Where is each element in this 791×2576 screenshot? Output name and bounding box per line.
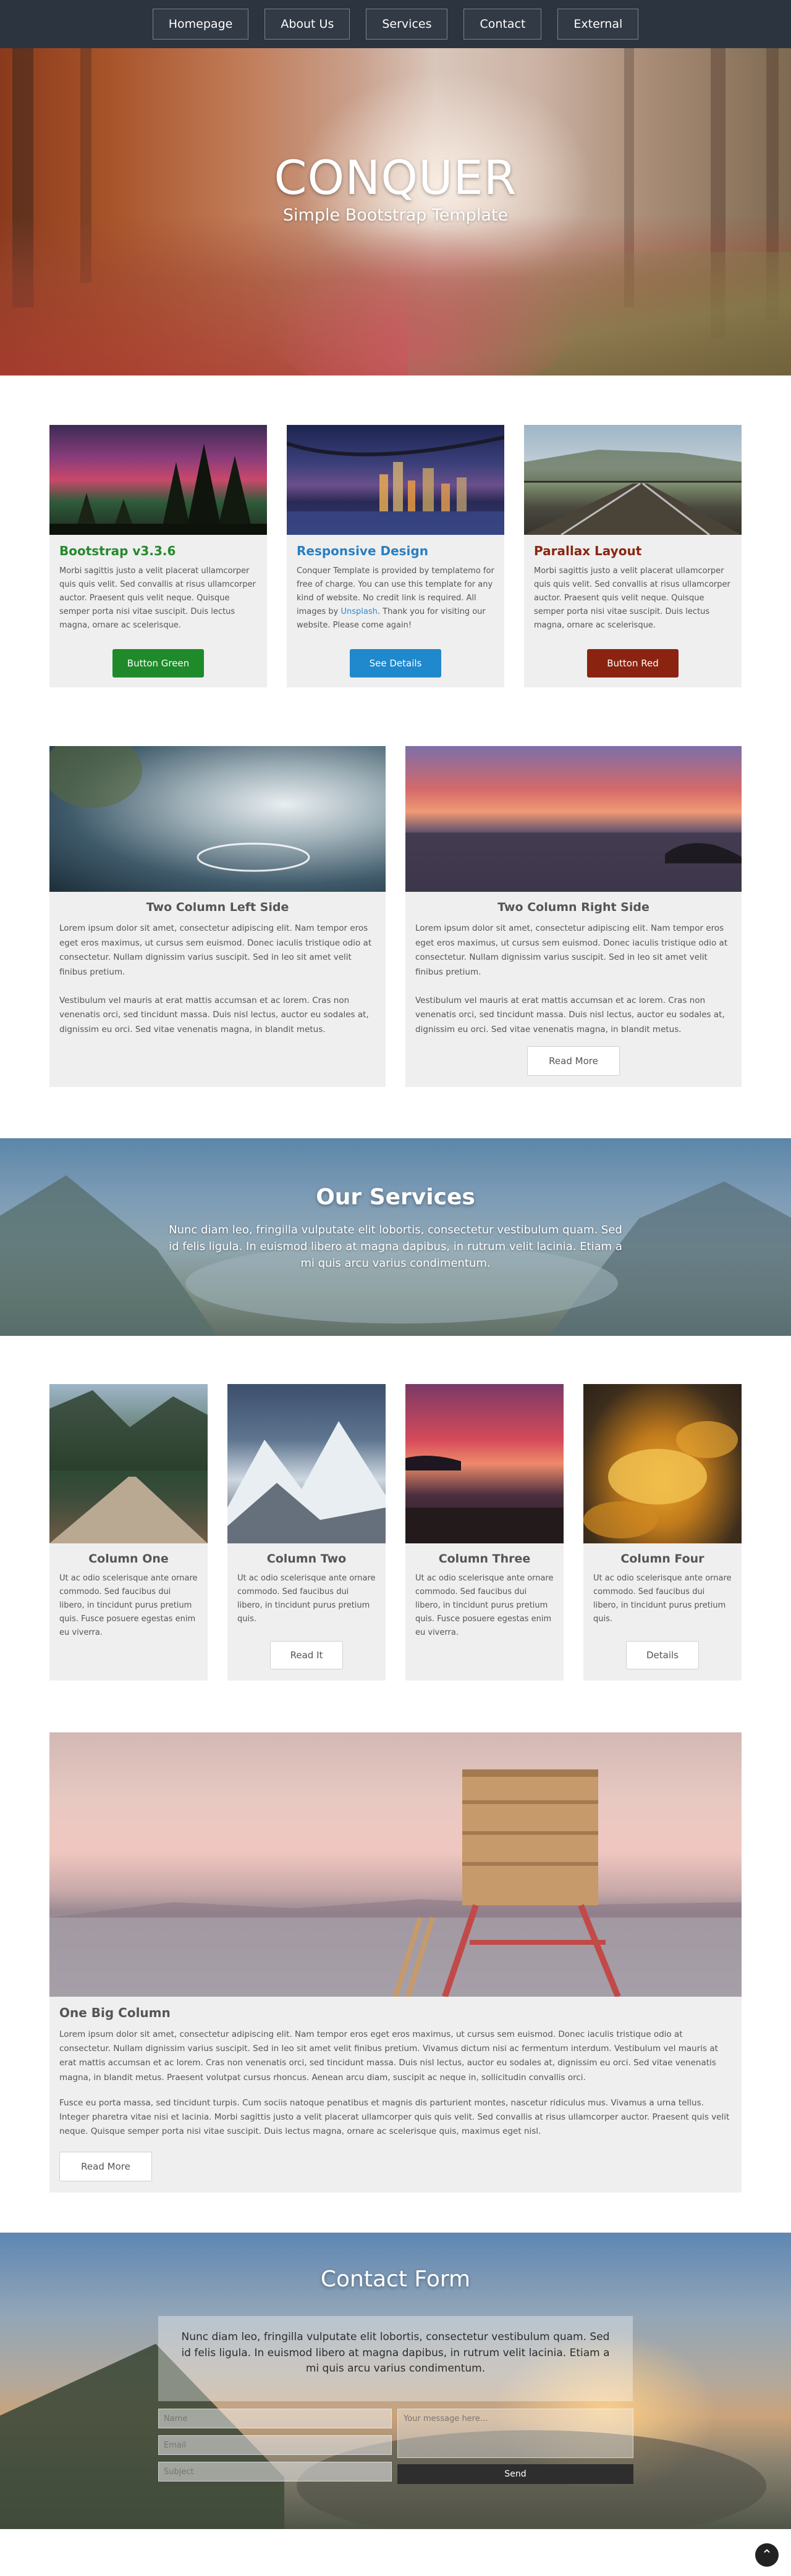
- hero-banner: CONQUER Simple Bootstrap Template: [0, 48, 791, 375]
- feature-text: Conquer Template is provided by template…: [297, 564, 494, 632]
- subject-field[interactable]: [158, 2462, 392, 2482]
- contact-intro-box: Nunc diam leo, fringilla vulputate elit …: [158, 2316, 633, 2401]
- column-title: Column Four: [620, 1552, 704, 1566]
- feature-title: Parallax Layout: [534, 543, 642, 558]
- nav-homepage[interactable]: Homepage: [152, 9, 249, 40]
- feature-title: Bootstrap v3.3.6: [59, 543, 176, 558]
- lifeguard-tower-image: [49, 1732, 742, 1997]
- column-text: Ut ac odio scelerisque ante ornare commo…: [237, 1574, 376, 1624]
- column-title: Column Two: [266, 1552, 347, 1566]
- contact-section: Contact Form Nunc diam leo, fringilla vu…: [0, 2233, 791, 2529]
- paragraph: Vestibulum vel mauris at erat mattis acc…: [59, 995, 369, 1034]
- glass-image: [49, 746, 386, 892]
- contact-intro-text: Nunc diam leo, fringilla vulputate elit …: [181, 2331, 610, 2375]
- glass-rim: [49, 746, 310, 872]
- section-title: Two Column Right Side: [497, 900, 649, 914]
- see-details-button[interactable]: See Details: [350, 649, 441, 678]
- dock-lake-image: [49, 1384, 208, 1543]
- read-more-button[interactable]: Read More: [59, 2152, 152, 2181]
- two-column-right-card: Two Column Right Side Lorem ipsum dolor …: [405, 746, 742, 1087]
- hero-subtitle: Simple Bootstrap Template: [282, 206, 509, 225]
- lifeguard-tower: [49, 1769, 742, 1997]
- paragraph: Lorem ipsum dolor sit amet, consectetur …: [59, 923, 372, 977]
- paragraph: Vestibulum vel mauris at erat mattis acc…: [415, 995, 725, 1034]
- railway-tracks: [524, 450, 742, 535]
- aurora-image: [49, 425, 267, 535]
- two-column-left-card: Two Column Left Side Lorem ipsum dolor s…: [49, 746, 386, 1087]
- feature-card: Parallax Layout Morbi sagittis justo a v…: [524, 425, 742, 687]
- top-navigation: Homepage About Us Services Contact Exter…: [0, 0, 791, 48]
- dock: [49, 1390, 208, 1543]
- sea-island: [405, 833, 742, 892]
- section-title: One Big Column: [59, 2005, 171, 2020]
- snow-peaks: [227, 1421, 386, 1543]
- city-bridge-image: [287, 425, 504, 535]
- sunset-sea-image: [405, 746, 742, 892]
- column-text: Ut ac odio scelerisque ante ornare commo…: [415, 1574, 554, 1638]
- message-field[interactable]: [397, 2409, 633, 2458]
- column-title: Column One: [88, 1552, 169, 1566]
- column-card: Column One Ut ac odio scelerisque ante o…: [49, 1384, 208, 1680]
- details-button[interactable]: Details: [626, 1641, 699, 1669]
- paragraph: Lorem ipsum dolor sit amet, consectetur …: [59, 2029, 718, 2083]
- section-title: Two Column Left Side: [146, 900, 289, 914]
- email-field[interactable]: [158, 2435, 392, 2455]
- column-card: Column Four Ut ac odio scelerisque ante …: [583, 1384, 742, 1680]
- services-text: Nunc diam leo, fringilla vulputate elit …: [169, 1223, 622, 1270]
- red-button[interactable]: Button Red: [587, 649, 679, 678]
- feature-text: Morbi sagittis justo a velit placerat ul…: [534, 566, 730, 631]
- leaves: [583, 1421, 738, 1538]
- column-card: Column Two Ut ac odio scelerisque ante o…: [227, 1384, 386, 1680]
- name-field[interactable]: [158, 2409, 392, 2428]
- feature-title: Responsive Design: [297, 543, 428, 558]
- services-title: Our Services: [316, 1185, 475, 1210]
- back-to-top-button[interactable]: ⌃: [755, 2543, 779, 2567]
- column-text: Ut ac odio scelerisque ante ornare commo…: [59, 1574, 198, 1638]
- one-big-column-card: One Big Column Lorem ipsum dolor sit ame…: [49, 1732, 742, 2192]
- send-button[interactable]: Send: [397, 2464, 633, 2484]
- paragraph: Lorem ipsum dolor sit amet, consectetur …: [415, 923, 728, 977]
- autumn-leaves-image: [583, 1384, 742, 1543]
- unsplash-link[interactable]: Unsplash: [341, 607, 377, 616]
- snow-mountain-image: [227, 1384, 386, 1543]
- chevron-up-icon: ⌃: [761, 2547, 773, 2563]
- nav-services[interactable]: Services: [366, 9, 448, 40]
- feature-card: Responsive Design Conquer Template is pr…: [287, 425, 504, 687]
- nav-external[interactable]: External: [557, 9, 639, 40]
- coast: [405, 1456, 564, 1543]
- nav-about-us[interactable]: About Us: [264, 9, 350, 40]
- read-it-button[interactable]: Read It: [270, 1641, 343, 1669]
- tree-silhouettes: [49, 443, 267, 535]
- column-card: Column Three Ut ac odio scelerisque ante…: [405, 1384, 564, 1680]
- green-button[interactable]: Button Green: [112, 649, 204, 678]
- column-title: Column Three: [438, 1552, 531, 1566]
- railway-image: [524, 425, 742, 535]
- bridge-skyline: [287, 435, 504, 535]
- read-more-button[interactable]: Read More: [527, 1046, 620, 1076]
- feature-card: Bootstrap v3.3.6 Morbi sagittis justo a …: [49, 425, 267, 687]
- hero-title: CONQUER: [274, 150, 517, 205]
- services-banner: Our Services Nunc diam leo, fringilla vu…: [0, 1138, 791, 1336]
- sunset-coast-image: [405, 1384, 564, 1543]
- contact-title: Contact Form: [320, 2267, 471, 2292]
- paragraph: Fusce eu porta massa, sed tincidunt turp…: [59, 2097, 730, 2137]
- feature-text: Morbi sagittis justo a velit placerat ul…: [59, 566, 256, 631]
- nav-contact[interactable]: Contact: [463, 9, 542, 40]
- column-text: Ut ac odio scelerisque ante ornare commo…: [593, 1574, 732, 1624]
